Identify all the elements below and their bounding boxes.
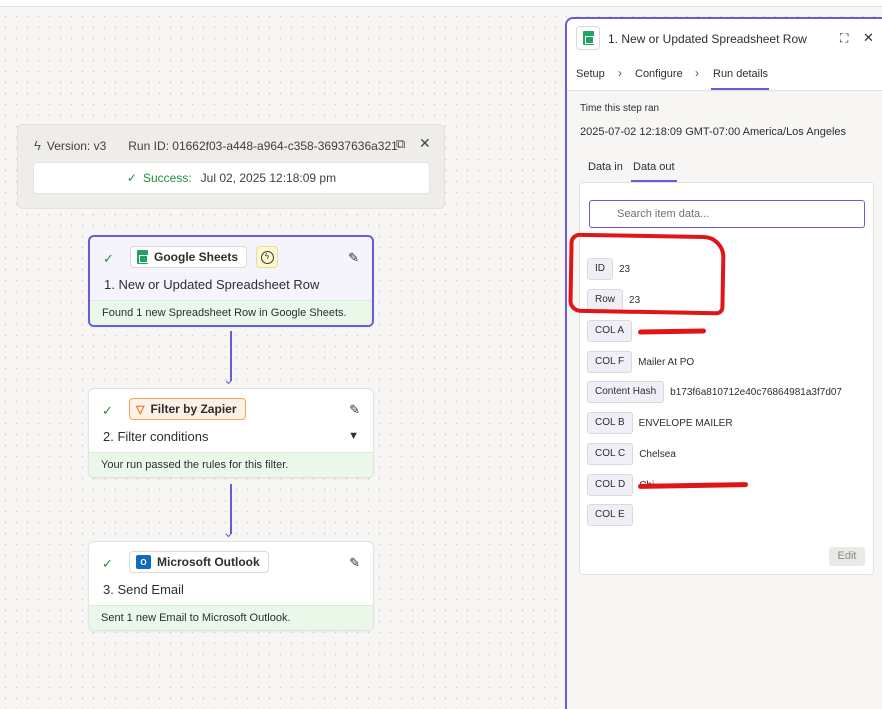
app-badge-filter: ▽ Filter by Zapier [129, 398, 246, 420]
step-title: 2. Filter conditions [103, 429, 209, 444]
chevron-right-icon: › [618, 66, 622, 80]
arrow-down-icon: ⌄ [223, 525, 234, 540]
edit-button[interactable]: Edit [829, 547, 865, 566]
field-key[interactable]: COL A [587, 320, 633, 342]
tab-setup[interactable]: Setup [576, 68, 605, 80]
run-status: ✓ Success: Jul 02, 2025 12:18:09 pm [33, 162, 430, 194]
time-value: 2025-07-02 12:18:09 GMT-07:00 America/Lo… [580, 126, 847, 138]
tab-data-in[interactable]: Data in [588, 161, 623, 173]
arrow-down-icon: ⌄ [223, 372, 234, 387]
step-card-google-sheets[interactable]: ✓ Google Sheets ϟ ✎ 1. New or Updated Sp… [88, 235, 374, 327]
step-details-panel: 1. New or Updated Spreadsheet Row ⛶ ✕ Se… [565, 17, 882, 709]
lightning-icon: ϟ [260, 250, 274, 264]
field-key[interactable]: COL D [587, 474, 634, 496]
chevron-down-icon[interactable]: ▼ [348, 430, 359, 442]
time-label: Time this step ran [580, 103, 660, 114]
expand-icon[interactable]: ⛶ [840, 31, 848, 46]
panel-title: 1. New or Updated Spreadsheet Row [608, 32, 807, 46]
step-result: Your run passed the rules for this filte… [89, 452, 373, 477]
step-title: 1. New or Updated Spreadsheet Row [104, 277, 320, 292]
close-icon[interactable]: ✕ [419, 135, 431, 152]
chevron-right-icon: › [695, 66, 699, 80]
field-row: COL B ENVELOPE MAILER [587, 412, 733, 434]
field-row: COL E [587, 504, 639, 526]
panel-tabs: Setup › Configure › Run details [567, 59, 882, 91]
app-name: Filter by Zapier [150, 402, 237, 416]
status-timestamp: Jul 02, 2025 12:18:09 pm [200, 171, 337, 185]
field-key[interactable]: COL C [587, 443, 634, 465]
red-highlight-annotation [568, 232, 726, 316]
app-badge-outlook: O Microsoft Outlook [129, 551, 269, 573]
run-info-box: ϟ Version: v3 Run ID: 01662f03-a448-a964… [17, 124, 445, 209]
tab-configure[interactable]: Configure [635, 68, 683, 80]
step-title: 3. Send Email [103, 582, 184, 597]
step-result: Sent 1 new Email to Microsoft Outlook. [89, 605, 373, 630]
lightning-icon: ϟ [34, 138, 41, 153]
filter-icon: ▽ [136, 403, 145, 416]
field-value: Mailer At PO [638, 356, 695, 368]
field-value: b173f6a810712e40c76864981a3f7d07 [670, 386, 842, 398]
step-card-outlook[interactable]: ✓ O Microsoft Outlook ✎ 3. Send Email Se… [88, 541, 374, 631]
run-meta: ϟ Version: v3 Run ID: 01662f03-a448-a964… [34, 138, 398, 153]
tab-run-details[interactable]: Run details [713, 68, 768, 80]
pencil-icon[interactable]: ✎ [349, 555, 360, 571]
tab-data-out[interactable]: Data out [633, 161, 675, 173]
field-key[interactable]: COL F [587, 351, 633, 373]
field-row: COL C Chelsea [587, 443, 676, 465]
field-row: Content Hash b173f6a810712e40c76864981a3… [587, 381, 842, 403]
app-badge-google-sheets: Google Sheets [130, 246, 248, 268]
status-label: Success: [142, 171, 192, 185]
pencil-icon[interactable]: ✎ [348, 250, 359, 266]
search-input[interactable] [589, 200, 865, 228]
check-icon: ✓ [126, 171, 137, 185]
step-result: Found 1 new Spreadsheet Row in Google Sh… [90, 300, 372, 325]
active-tab-indicator [711, 88, 769, 90]
external-link-icon[interactable]: ⧉ [396, 136, 405, 152]
microsoft-outlook-icon: O [136, 555, 151, 569]
field-key[interactable]: Content Hash [587, 381, 665, 403]
check-icon: ✓ [103, 251, 114, 266]
step-card-filter[interactable]: ✓ ▽ Filter by Zapier ✎ 2. Filter conditi… [88, 388, 374, 478]
field-key[interactable]: COL B [587, 412, 633, 434]
field-row: COL F Mailer At PO [587, 351, 694, 373]
check-icon: ✓ [102, 556, 113, 571]
top-bar [0, 0, 882, 7]
instant-trigger-badge: ϟ [256, 246, 278, 268]
redaction-mark [638, 327, 707, 335]
redaction-mark [638, 481, 749, 489]
check-icon: ✓ [102, 403, 113, 418]
field-row: COL D Chi [587, 474, 749, 496]
close-icon[interactable]: ✕ [863, 30, 874, 46]
app-name: Microsoft Outlook [157, 555, 260, 569]
run-details-body: Time this step ran 2025-07-02 12:18:09 G… [567, 91, 882, 709]
field-value: Chelsea [639, 448, 676, 460]
pencil-icon[interactable]: ✎ [349, 402, 360, 418]
google-sheets-icon [137, 250, 148, 264]
field-value: ENVELOPE MAILER [638, 417, 733, 429]
field-row: COL A [587, 320, 707, 342]
version-label: Version: v3 [46, 138, 107, 153]
google-sheets-icon [576, 26, 600, 50]
field-key[interactable]: COL E [587, 504, 633, 526]
run-id-label: Run ID: 01662f03-a448-a964-c358-36937636… [128, 138, 398, 153]
app-name: Google Sheets [154, 250, 239, 264]
